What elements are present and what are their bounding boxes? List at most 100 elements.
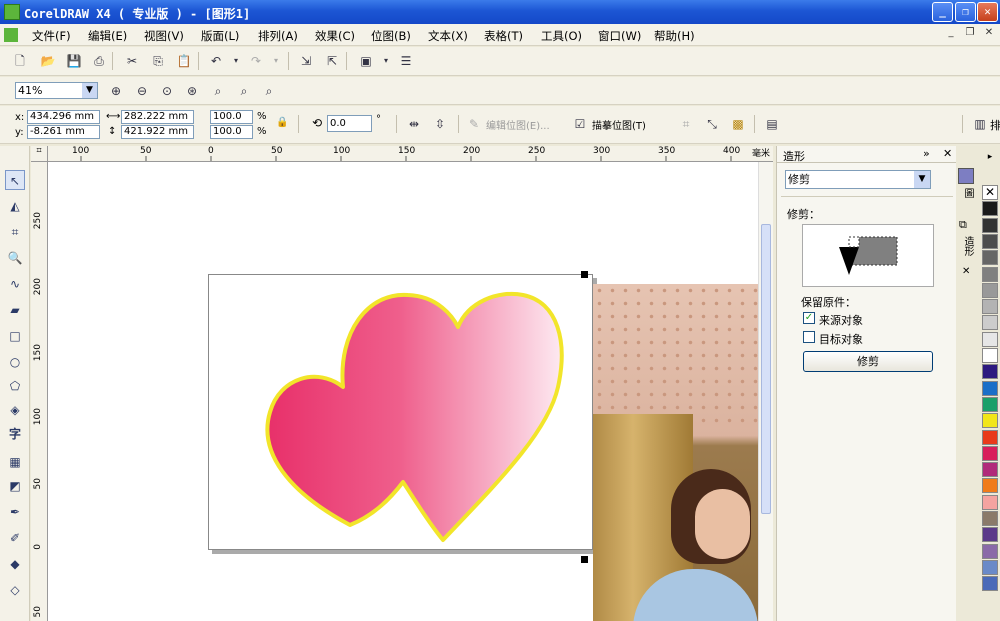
vertical-scrollbar[interactable]	[758, 162, 773, 621]
eyedropper-tool-icon[interactable]: ✒	[5, 502, 25, 522]
lock-ratio-icon[interactable]: 🔒	[276, 117, 288, 128]
scrollbar-thumb[interactable]	[761, 224, 771, 514]
copy-icon[interactable]: ⎘	[150, 53, 166, 69]
redo-icon[interactable]: ↷	[248, 53, 264, 69]
table-tool-icon[interactable]: ▦	[5, 452, 25, 472]
menu-bitmaps[interactable]: 位图(B)	[371, 28, 411, 44]
zoom-tool-icon[interactable]: 🔍	[5, 248, 25, 268]
color-swatch[interactable]	[982, 233, 998, 249]
menu-arrange[interactable]: 排列(A)	[258, 28, 298, 44]
menu-tools[interactable]: 工具(O)	[541, 28, 582, 44]
shaping-mode-select[interactable]: 修剪 ▼	[785, 170, 931, 189]
close-tab-icon[interactable]: ✕	[962, 266, 970, 277]
doc-close-button[interactable]: ✕	[982, 27, 996, 41]
trace-bitmap-button[interactable]: 描摹位图(T)	[592, 117, 646, 132]
color-swatch[interactable]	[982, 364, 998, 380]
menu-edit[interactable]: 编辑(E)	[88, 28, 127, 44]
vertical-ruler[interactable]: 250 200 150 100 50 0 50	[31, 162, 48, 621]
color-swatch[interactable]	[982, 348, 998, 363]
zoom-all-objects-icon[interactable]: ⊛	[184, 83, 200, 99]
y-position-field[interactable]: -8.261 mm	[27, 125, 100, 139]
color-swatch[interactable]	[982, 445, 998, 461]
color-swatch[interactable]	[982, 462, 998, 478]
zoom-page-width-icon[interactable]: ⌕	[236, 83, 252, 99]
x-position-field[interactable]: 434.296 mm	[27, 110, 100, 124]
interactive-blend-tool-icon[interactable]: ◩	[5, 476, 25, 496]
close-button[interactable]: ✕	[977, 2, 998, 22]
scroll-up-icon[interactable]: ▸	[983, 152, 997, 164]
menu-table[interactable]: 表格(T)	[484, 28, 523, 44]
menu-window[interactable]: 窗口(W)	[598, 28, 641, 44]
color-swatch[interactable]	[982, 429, 998, 445]
export-icon[interactable]: ⇱	[324, 53, 340, 69]
zoom-in-icon[interactable]: ⊕	[108, 83, 124, 99]
color-swatch[interactable]	[982, 396, 998, 412]
welcome-screen-icon[interactable]: ☰	[398, 53, 414, 69]
zoom-page-height-icon[interactable]: ⌕	[261, 83, 277, 99]
redo-dropdown-icon[interactable]: ▾	[268, 53, 284, 69]
doc-restore-button[interactable]: ❐	[963, 27, 977, 41]
zoom-selected-icon[interactable]: ⊙	[159, 83, 175, 99]
outline-tool-icon[interactable]: ✐	[5, 528, 25, 548]
no-fill-swatch[interactable]: ✕	[982, 185, 998, 200]
launcher-dropdown-icon[interactable]: ▾	[378, 53, 394, 69]
doc-minimize-button[interactable]: _	[944, 27, 958, 41]
target-object-checkbox[interactable]	[803, 331, 815, 343]
color-swatch[interactable]	[982, 559, 998, 575]
object-manager-icon[interactable]	[958, 168, 974, 184]
edit-bitmap-button[interactable]: 编辑位图(E)...	[486, 117, 550, 132]
color-swatch[interactable]	[982, 266, 998, 282]
scale-x-field[interactable]: 100.0	[210, 110, 253, 124]
ruler-origin[interactable]: ⌗	[31, 146, 48, 162]
polygon-tool-icon[interactable]: ⬠	[5, 376, 25, 396]
zoom-level-select[interactable]: 41% ▼	[15, 82, 98, 99]
color-swatch[interactable]	[982, 511, 998, 526]
save-icon[interactable]: 💾	[66, 53, 82, 69]
freehand-tool-icon[interactable]: ∿	[5, 274, 25, 294]
rotation-angle-field[interactable]: 0.0	[327, 115, 372, 132]
open-icon[interactable]: 📂	[40, 53, 56, 69]
basic-shapes-tool-icon[interactable]: ◈	[5, 400, 25, 420]
pick-tool-icon[interactable]: ↖	[5, 170, 25, 190]
source-object-checkbox[interactable]: ✓	[803, 312, 815, 324]
paste-icon[interactable]: 📋	[176, 53, 192, 69]
collapse-docker-icon[interactable]: »	[923, 147, 930, 160]
new-icon[interactable]: 🗋	[12, 53, 28, 69]
scale-y-field[interactable]: 100.0	[210, 125, 253, 139]
color-swatch[interactable]	[982, 380, 998, 396]
selection-handle[interactable]	[581, 271, 588, 278]
undo-dropdown-icon[interactable]: ▾	[228, 53, 244, 69]
zoom-out-icon[interactable]: ⊖	[134, 83, 150, 99]
interactive-fill-tool-icon[interactable]: ◇	[5, 580, 25, 600]
mirror-vertical-icon[interactable]: ⇳	[432, 116, 448, 132]
color-swatch[interactable]	[982, 201, 998, 217]
close-docker-icon[interactable]: ✕	[943, 147, 952, 160]
crop-bitmap-icon[interactable]: ⌗	[678, 116, 694, 132]
color-swatch[interactable]	[982, 331, 998, 347]
color-swatch[interactable]	[982, 527, 998, 543]
heart-shape[interactable]	[265, 292, 564, 542]
menu-view[interactable]: 视图(V)	[144, 28, 184, 44]
menu-effects[interactable]: 效果(C)	[315, 28, 355, 44]
drawing-canvas[interactable]	[48, 162, 758, 621]
undo-icon[interactable]: ↶	[208, 53, 224, 69]
shape-tool-icon[interactable]: ◭	[5, 196, 25, 216]
crop-tool-icon[interactable]: ⌗	[5, 222, 25, 242]
color-swatch[interactable]	[982, 543, 998, 559]
color-swatch[interactable]	[982, 413, 998, 429]
ellipse-tool-icon[interactable]: ○	[5, 352, 25, 372]
text-tool-icon[interactable]: 字	[5, 424, 25, 444]
zoom-page-icon[interactable]: ⌕	[210, 83, 226, 99]
color-swatch[interactable]	[982, 478, 998, 494]
selection-handle[interactable]	[581, 556, 588, 563]
fill-tool-icon[interactable]: ◆	[5, 554, 25, 574]
color-swatch[interactable]	[982, 250, 998, 266]
side-tab-label[interactable]: 圖	[960, 188, 975, 198]
application-launcher-icon[interactable]: ▣	[358, 53, 374, 69]
width-field[interactable]: 282.222 mm	[121, 110, 194, 124]
arrange-toolbar-icon[interactable]: ▥	[972, 116, 988, 132]
import-icon[interactable]: ⇲	[298, 53, 314, 69]
color-swatch[interactable]	[982, 494, 998, 510]
menu-file[interactable]: 文件(F)	[32, 28, 71, 44]
height-field[interactable]: 421.922 mm	[121, 125, 194, 139]
